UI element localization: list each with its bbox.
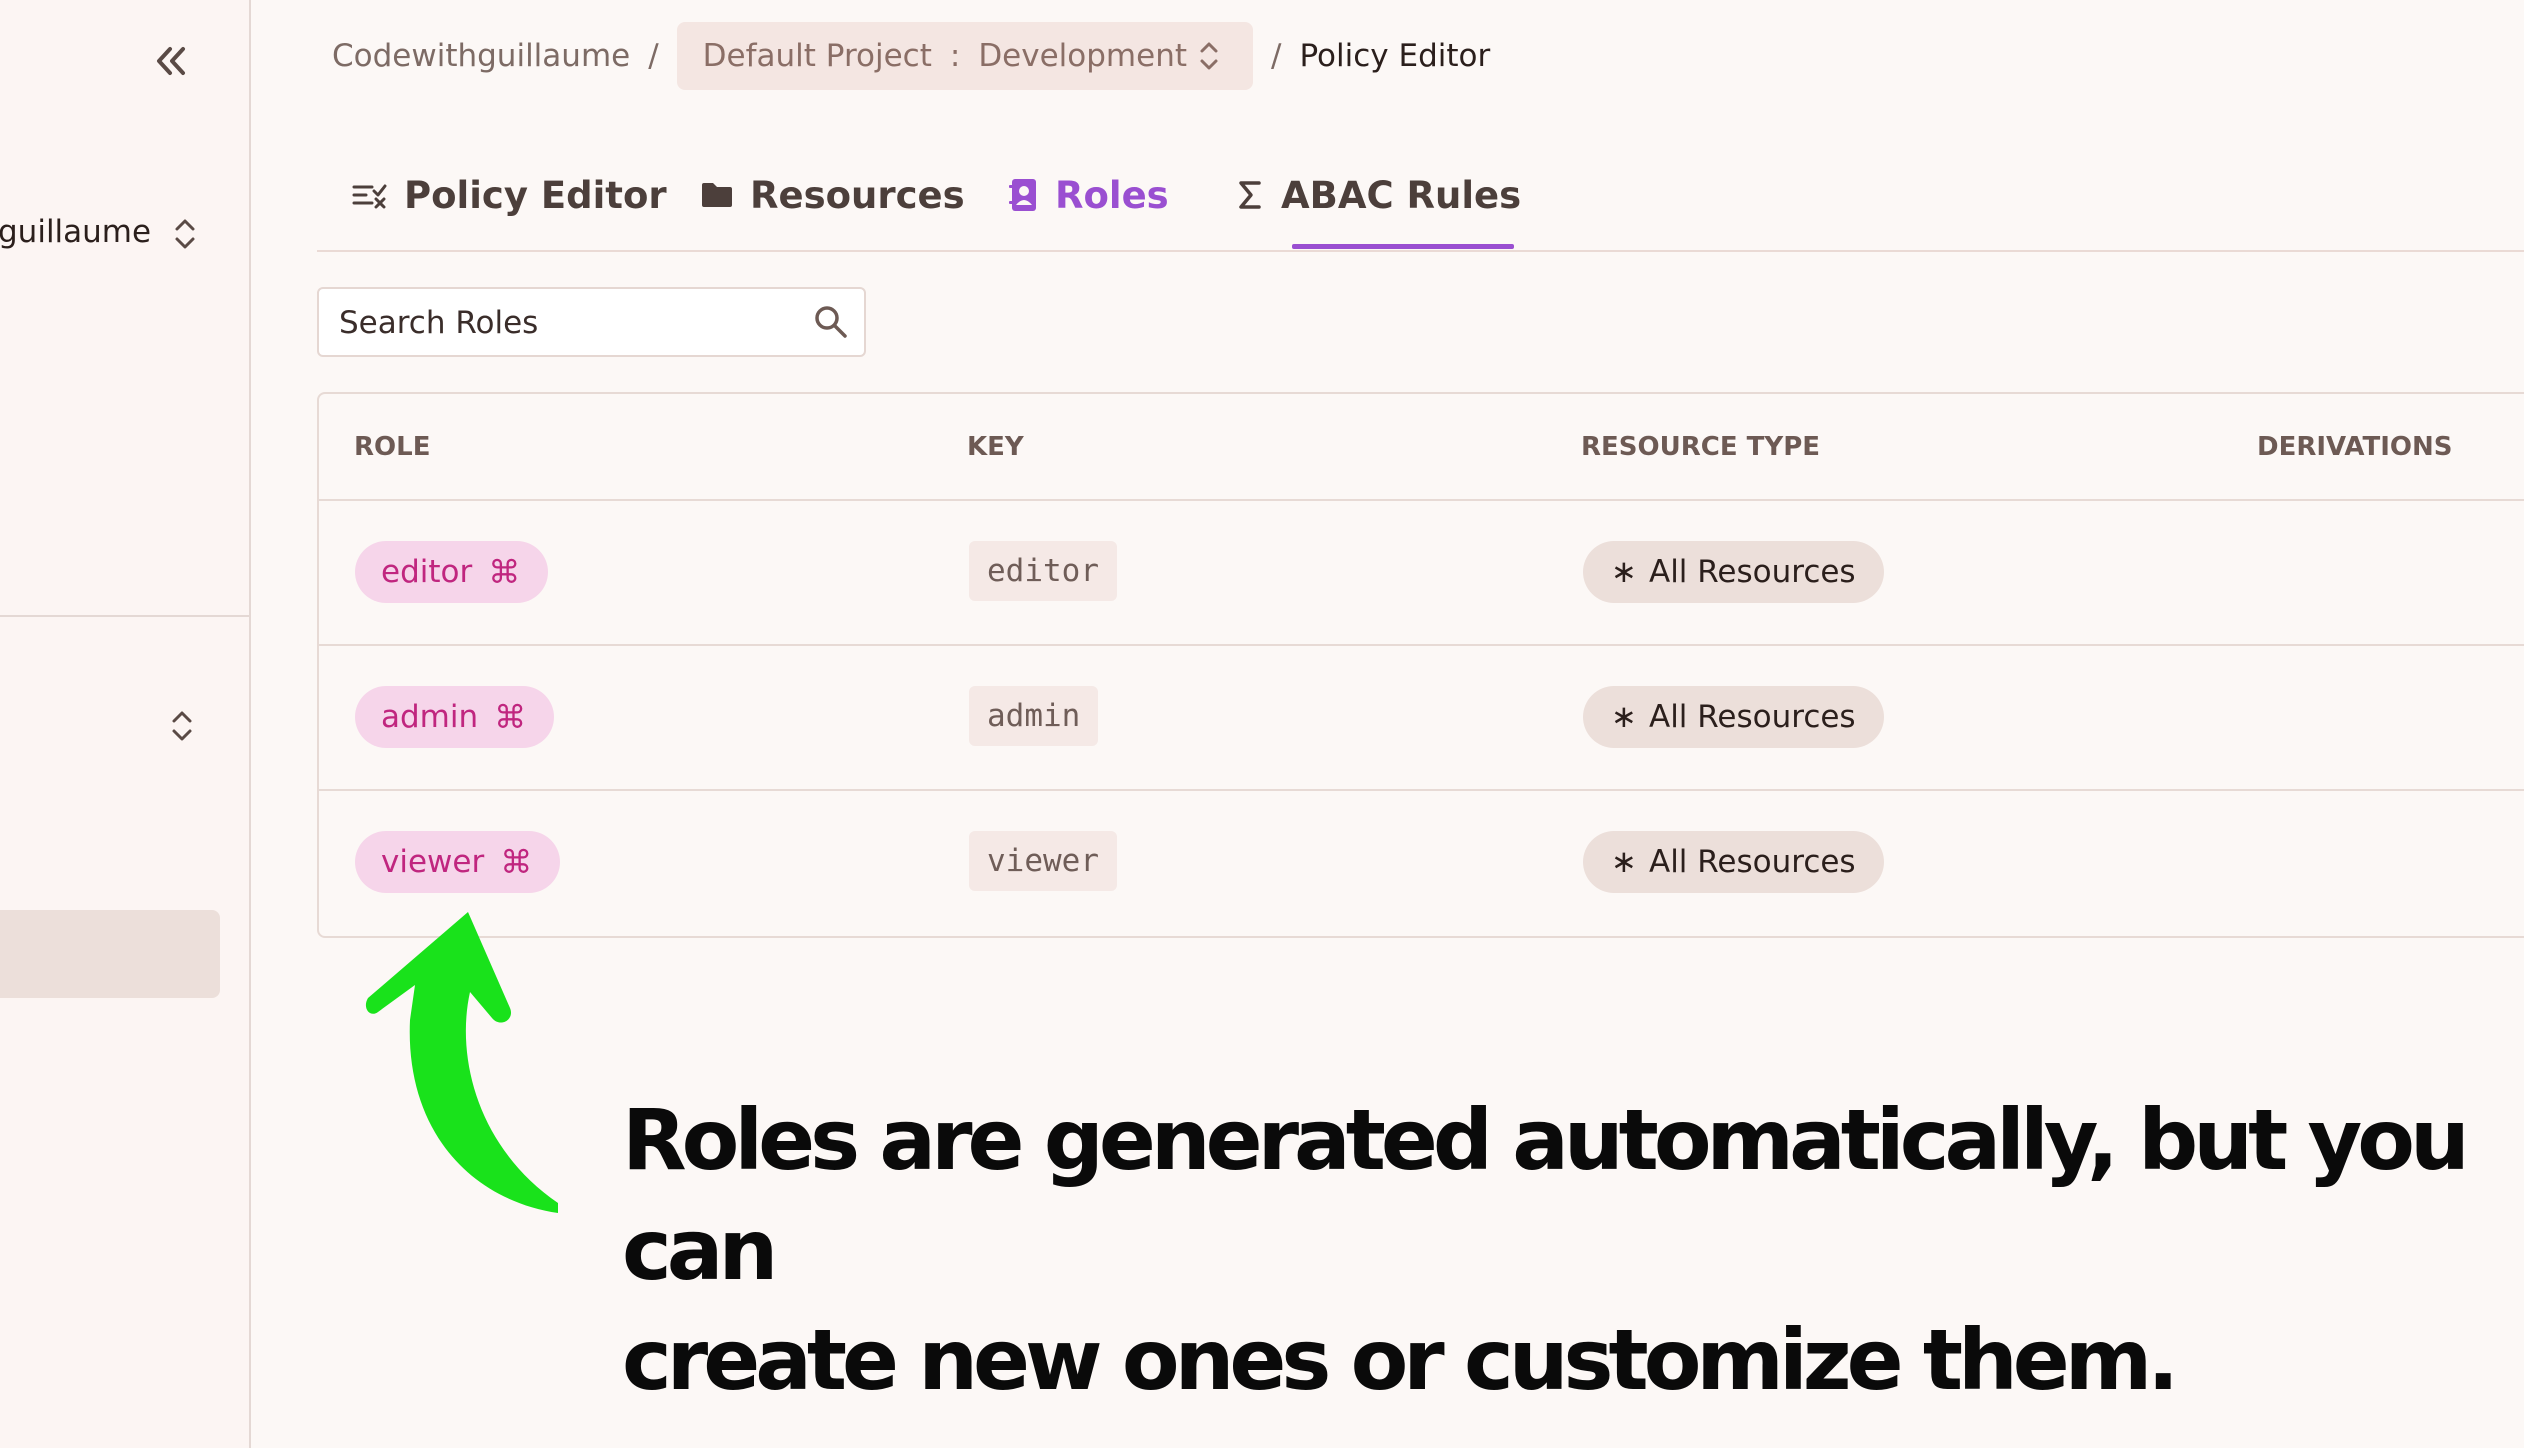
annotation-line: Roles are generated automatically, but y…: [622, 1091, 2470, 1299]
sidebar-divider: [0, 615, 251, 617]
collapse-sidebar-button[interactable]: [146, 36, 196, 86]
annotation-arrow: [365, 912, 558, 1213]
role-key-text: admin: [987, 698, 1081, 734]
tab-bar: Policy Editor Resources Roles ABAC Rules: [317, 140, 2524, 252]
breadcrumb-separator: /: [648, 38, 659, 74]
table-row[interactable]: admin ⌘ admin ∗ All Resources: [319, 646, 2524, 791]
role-name: editor: [381, 554, 473, 590]
column-header-role: ROLE: [354, 432, 431, 462]
table-row[interactable]: viewer ⌘ viewer ∗ All Resources: [319, 791, 2524, 936]
organization-switcher[interactable]: guillaume: [0, 206, 230, 258]
sigma-icon: [1239, 181, 1261, 209]
column-header-resource-type: RESOURCE TYPE: [1581, 432, 1821, 462]
role-key-text: viewer: [987, 843, 1099, 879]
resource-type-label: All Resources: [1648, 844, 1856, 880]
project-environment-selector[interactable]: Default Project : Development: [676, 22, 1254, 90]
table-row[interactable]: editor ⌘ editor ∗ All Resources: [319, 501, 2524, 646]
tab-label: Resources: [750, 173, 965, 217]
asterisk-icon: ∗: [1611, 844, 1637, 880]
double-chevron-left-icon: [157, 47, 185, 75]
breadcrumb: Codewithguillaume / Default Project : De…: [332, 22, 1490, 90]
column-header-key: KEY: [967, 432, 1024, 462]
annotation-line: create new ones or customize them.: [622, 1311, 2179, 1409]
tab-abac-rules[interactable]: ABAC Rules: [1235, 140, 1521, 250]
role-pill[interactable]: editor ⌘: [355, 541, 549, 603]
search-roles-field[interactable]: [317, 287, 866, 357]
environment-switcher[interactable]: [160, 700, 204, 752]
tab-label: Roles: [1055, 173, 1169, 217]
asterisk-icon: ∗: [1611, 554, 1637, 590]
tab-label: ABAC Rules: [1281, 173, 1522, 217]
tab-roles[interactable]: Roles: [1009, 140, 1169, 250]
contact-book-icon: [1009, 179, 1036, 211]
role-pill[interactable]: admin ⌘: [355, 686, 555, 748]
resource-type-label: All Resources: [1648, 699, 1856, 735]
role-key: admin: [969, 686, 1099, 746]
sidebar: guillaume: [0, 0, 251, 1448]
active-tab-indicator: [1292, 244, 1514, 249]
search-icon[interactable]: [812, 303, 850, 341]
asterisk-icon: ∗: [1611, 699, 1637, 735]
role-pill[interactable]: viewer ⌘: [355, 831, 561, 893]
command-icon: ⌘: [488, 553, 521, 591]
organization-name: guillaume: [0, 214, 152, 250]
folder-icon: [702, 183, 732, 207]
project-name: Default Project: [702, 38, 932, 74]
resource-type-pill: ∗ All Resources: [1583, 541, 1884, 603]
role-name: viewer: [381, 844, 485, 880]
table-header: ROLE KEY RESOURCE TYPE DERIVATIONS: [319, 394, 2524, 501]
chevron-up-down-icon: [172, 711, 192, 741]
chevron-up-down-icon: [175, 219, 195, 249]
command-icon: ⌘: [500, 843, 533, 881]
role-key: editor: [969, 541, 1117, 601]
role-name: admin: [381, 699, 479, 735]
breadcrumb-current-page: Policy Editor: [1299, 38, 1491, 74]
role-key: viewer: [969, 831, 1117, 891]
role-key-text: editor: [987, 553, 1099, 589]
roles-table: ROLE KEY RESOURCE TYPE DERIVATIONS edito…: [317, 392, 2524, 938]
annotation-caption: Roles are generated automatically, but y…: [622, 1085, 2482, 1415]
tab-resources[interactable]: Resources: [700, 140, 965, 250]
chevron-up-down-icon: [1200, 42, 1218, 70]
resource-type-pill: ∗ All Resources: [1583, 831, 1884, 893]
tab-policy-editor[interactable]: Policy Editor: [352, 140, 667, 250]
breadcrumb-organization-link[interactable]: Codewithguillaume: [332, 38, 630, 74]
sidebar-item-active[interactable]: [0, 910, 220, 998]
command-icon: ⌘: [494, 698, 527, 736]
resource-type-pill: ∗ All Resources: [1583, 686, 1884, 748]
project-environment-separator: :: [949, 38, 961, 74]
column-header-derivations: DERIVATIONS: [2257, 432, 2453, 462]
breadcrumb-separator: /: [1271, 38, 1282, 74]
search-input[interactable]: [337, 289, 801, 357]
resource-type-label: All Resources: [1648, 554, 1856, 590]
policy-icon: [352, 184, 387, 209]
tab-label: Policy Editor: [404, 173, 667, 217]
environment-name: Development: [978, 38, 1188, 74]
